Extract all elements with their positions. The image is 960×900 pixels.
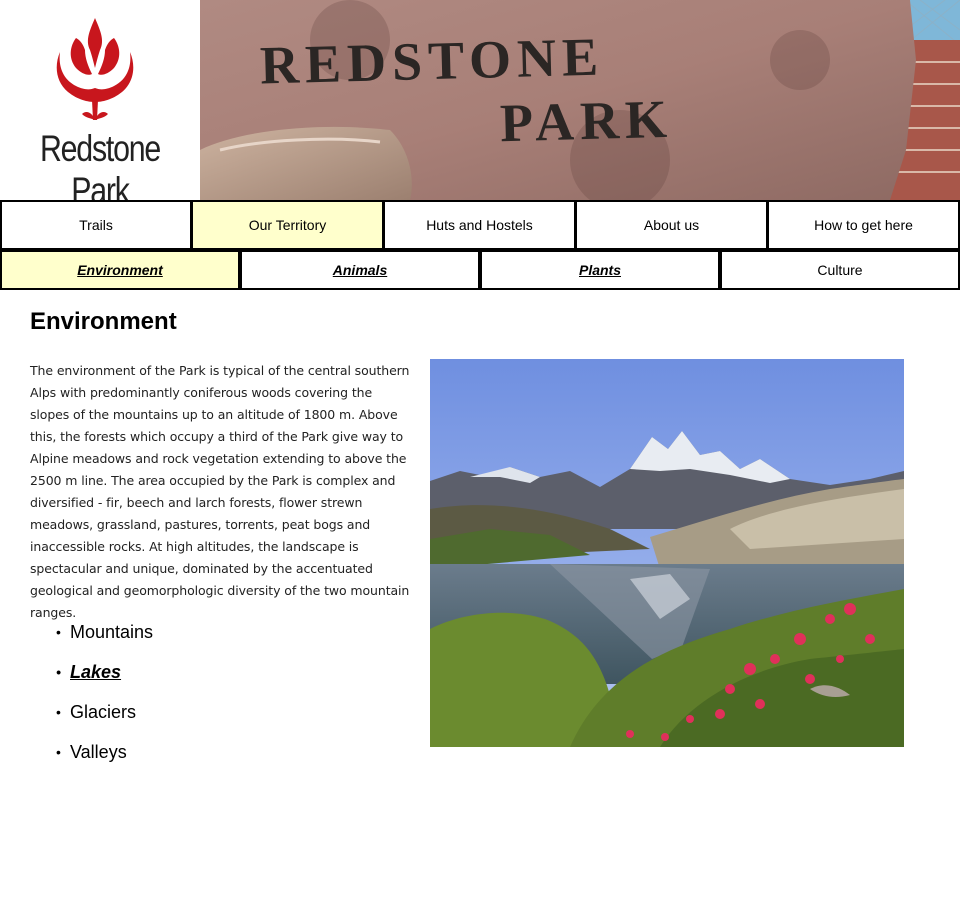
subnav-animals[interactable]: Animals	[240, 250, 480, 290]
nav-trails[interactable]: Trails	[0, 200, 192, 250]
site-logo[interactable]: Redstone Park	[0, 0, 200, 211]
page-title: Environment	[30, 308, 177, 335]
nav-about-us[interactable]: About us	[576, 200, 768, 250]
intro-paragraph: The environment of the Park is typical o…	[30, 363, 410, 620]
banner-image: REDSTONE PARK	[200, 0, 960, 200]
topic-valleys: Valleys	[56, 736, 153, 776]
subnav-plants[interactable]: Plants	[480, 250, 720, 290]
nav-our-territory[interactable]: Our Territory	[192, 200, 384, 250]
nav-how-to-get-here[interactable]: How to get here	[768, 200, 960, 250]
subnav-culture[interactable]: Culture	[720, 250, 960, 290]
topic-lakes-link[interactable]: Lakes	[56, 656, 153, 696]
primary-nav: Trails Our Territory Huts and Hostels Ab…	[0, 200, 960, 250]
banner-line-1: REDSTONE	[259, 26, 605, 96]
site-header: Redstone Park REDSTONE PARK	[0, 0, 960, 211]
tulip-logo-icon	[56, 18, 134, 120]
topic-list: Mountains Lakes Glaciers Valleys	[56, 616, 153, 776]
lake-landscape-photo	[430, 359, 904, 747]
secondary-nav: Environment Animals Plants Culture	[0, 250, 960, 290]
subnav-environment[interactable]: Environment	[0, 250, 240, 290]
topic-mountains: Mountains	[56, 616, 153, 656]
topic-glaciers: Glaciers	[56, 696, 153, 736]
nav-huts-and-hostels[interactable]: Huts and Hostels	[384, 200, 576, 250]
banner-line-2: PARK	[499, 88, 674, 154]
